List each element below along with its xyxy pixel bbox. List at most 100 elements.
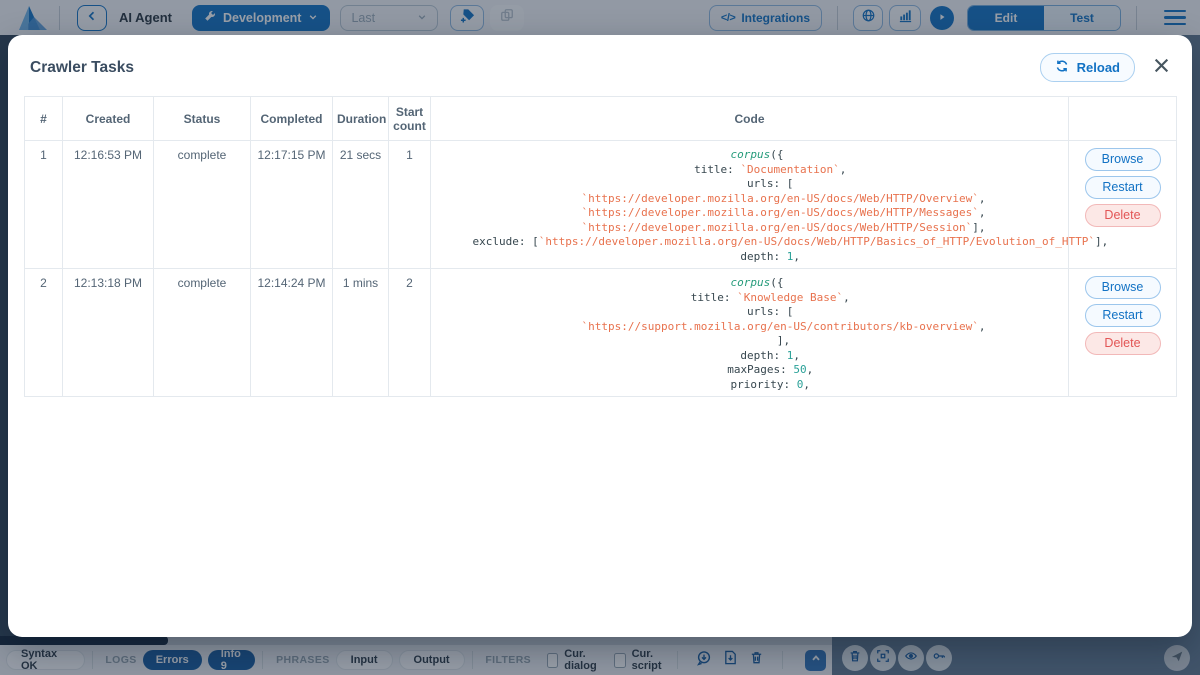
play-icon	[937, 9, 947, 27]
language-button[interactable]	[853, 5, 883, 31]
wrench-icon	[204, 10, 216, 25]
task-start-count: 1	[389, 141, 431, 269]
task-code-cell: corpus({ title: `Knowledge Base`, urls: …	[431, 269, 1069, 397]
tag-plus-icon	[460, 8, 475, 28]
info-log-button[interactable]: Info 9	[208, 650, 256, 670]
crawler-tasks-table: # Created Status Completed Duration Star…	[24, 96, 1177, 397]
output-phrases-button[interactable]: Output	[399, 650, 465, 670]
divider	[1136, 6, 1137, 30]
task-number: 2	[25, 269, 63, 397]
col-header-code: Code	[431, 97, 1069, 141]
task-completed: 12:14:24 PM	[251, 269, 333, 397]
divider	[782, 651, 783, 669]
col-header-start-count: Start count	[389, 97, 431, 141]
close-dialog-button[interactable]	[1153, 57, 1170, 79]
menu-button[interactable]	[1160, 6, 1190, 30]
task-completed: 12:17:15 PM	[251, 141, 333, 269]
tab-test[interactable]: Test	[1044, 6, 1120, 30]
table-header-row: # Created Status Completed Duration Star…	[25, 97, 1177, 141]
back-button[interactable]	[77, 5, 107, 31]
clear-logs-button[interactable]	[749, 650, 764, 670]
cur-dialog-label: Cur. dialog	[564, 648, 604, 672]
chat-clear-button[interactable]	[842, 645, 868, 671]
reload-icon	[1055, 59, 1069, 76]
browse-button[interactable]: Browse	[1085, 148, 1161, 171]
phrases-label: PHRASES	[276, 654, 330, 666]
task-code-cell: corpus({ title: `Documentation`, urls: […	[431, 141, 1069, 269]
delete-button[interactable]: Delete	[1085, 204, 1161, 227]
code-brackets-icon: </>	[721, 12, 735, 24]
collapse-panel-button[interactable]	[805, 650, 826, 671]
col-header-status: Status	[154, 97, 251, 141]
cur-script-checkbox[interactable]	[614, 653, 625, 668]
chevron-up-icon	[810, 651, 822, 669]
trash-icon	[848, 649, 862, 668]
chat-key-button[interactable]	[926, 645, 952, 671]
crawler-tasks-dialog: Crawler Tasks Reload # Created Status Co…	[8, 35, 1192, 637]
file-download-icon	[723, 650, 738, 670]
app-title: AI Agent	[119, 10, 172, 25]
run-button[interactable]	[930, 6, 954, 30]
close-icon	[1153, 57, 1170, 79]
dialog-title: Crawler Tasks	[30, 59, 1040, 77]
export-dialog-button[interactable]	[696, 650, 712, 671]
task-created: 12:16:53 PM	[63, 141, 154, 269]
divider	[59, 6, 60, 30]
restart-button[interactable]: Restart	[1085, 176, 1161, 199]
key-icon	[932, 649, 946, 668]
browse-button[interactable]: Browse	[1085, 276, 1161, 299]
input-phrases-button[interactable]: Input	[336, 650, 393, 670]
task-start-count: 2	[389, 269, 431, 397]
divider	[262, 651, 263, 669]
add-tag-button[interactable]	[450, 5, 484, 31]
reload-button[interactable]: Reload	[1040, 53, 1135, 82]
analytics-button[interactable]	[889, 5, 921, 31]
scrollbar-thumb[interactable]	[0, 636, 168, 645]
status-bar: Syntax OK LOGS Errors Info 9 PHRASES Inp…	[0, 645, 832, 675]
task-row: 212:13:18 PMcomplete12:14:24 PM1 mins2co…	[25, 269, 1177, 397]
delete-button[interactable]: Delete	[1085, 332, 1161, 355]
app-logo	[16, 4, 50, 32]
version-dropdown[interactable]: Last	[340, 5, 438, 31]
filters-label: FILTERS	[485, 654, 531, 666]
chat-watch-button[interactable]	[898, 645, 924, 671]
col-header-actions	[1069, 97, 1177, 141]
copy-button-disabled	[490, 5, 524, 31]
errors-log-button[interactable]: Errors	[143, 650, 202, 670]
task-code: corpus({ title: `Documentation`, urls: […	[446, 148, 1068, 264]
tab-edit[interactable]: Edit	[968, 6, 1044, 30]
export-file-button[interactable]	[723, 650, 738, 670]
divider	[92, 651, 93, 669]
eye-icon	[904, 649, 918, 668]
scan-icon	[876, 649, 890, 668]
integrations-button[interactable]: </> Integrations	[709, 5, 822, 31]
logs-label: LOGS	[105, 654, 136, 666]
col-header-completed: Completed	[251, 97, 333, 141]
col-header-created: Created	[63, 97, 154, 141]
task-duration: 21 secs	[333, 141, 389, 269]
divider	[677, 651, 678, 669]
task-row: 112:16:53 PMcomplete12:17:15 PM21 secs1c…	[25, 141, 1177, 269]
restart-button[interactable]: Restart	[1085, 304, 1161, 327]
trash-icon	[749, 650, 764, 670]
send-message-button[interactable]	[1164, 645, 1190, 671]
task-table-body: 112:16:53 PMcomplete12:17:15 PM21 secs1c…	[25, 141, 1177, 397]
task-created: 12:13:18 PM	[63, 269, 154, 397]
paper-plane-icon	[1170, 649, 1184, 668]
edit-test-tabs: Edit Test	[967, 5, 1121, 31]
globe-icon	[861, 8, 876, 28]
chat-download-icon	[696, 650, 712, 671]
chat-scan-button[interactable]	[870, 645, 896, 671]
divider	[837, 6, 838, 30]
editor-horizontal-scrollbar[interactable]	[0, 636, 832, 645]
hamburger-icon	[1164, 10, 1186, 13]
chevron-down-icon	[308, 11, 318, 25]
chevron-down-icon	[417, 11, 427, 25]
task-status: complete	[154, 269, 251, 397]
development-mode-button[interactable]: Development	[192, 5, 331, 31]
task-code: corpus({ title: `Knowledge Base`, urls: …	[446, 276, 1068, 392]
cur-dialog-checkbox[interactable]	[547, 653, 558, 668]
bar-chart-icon	[898, 8, 913, 28]
task-duration: 1 mins	[333, 269, 389, 397]
task-actions-cell: Browse Restart Delete	[1069, 269, 1177, 397]
